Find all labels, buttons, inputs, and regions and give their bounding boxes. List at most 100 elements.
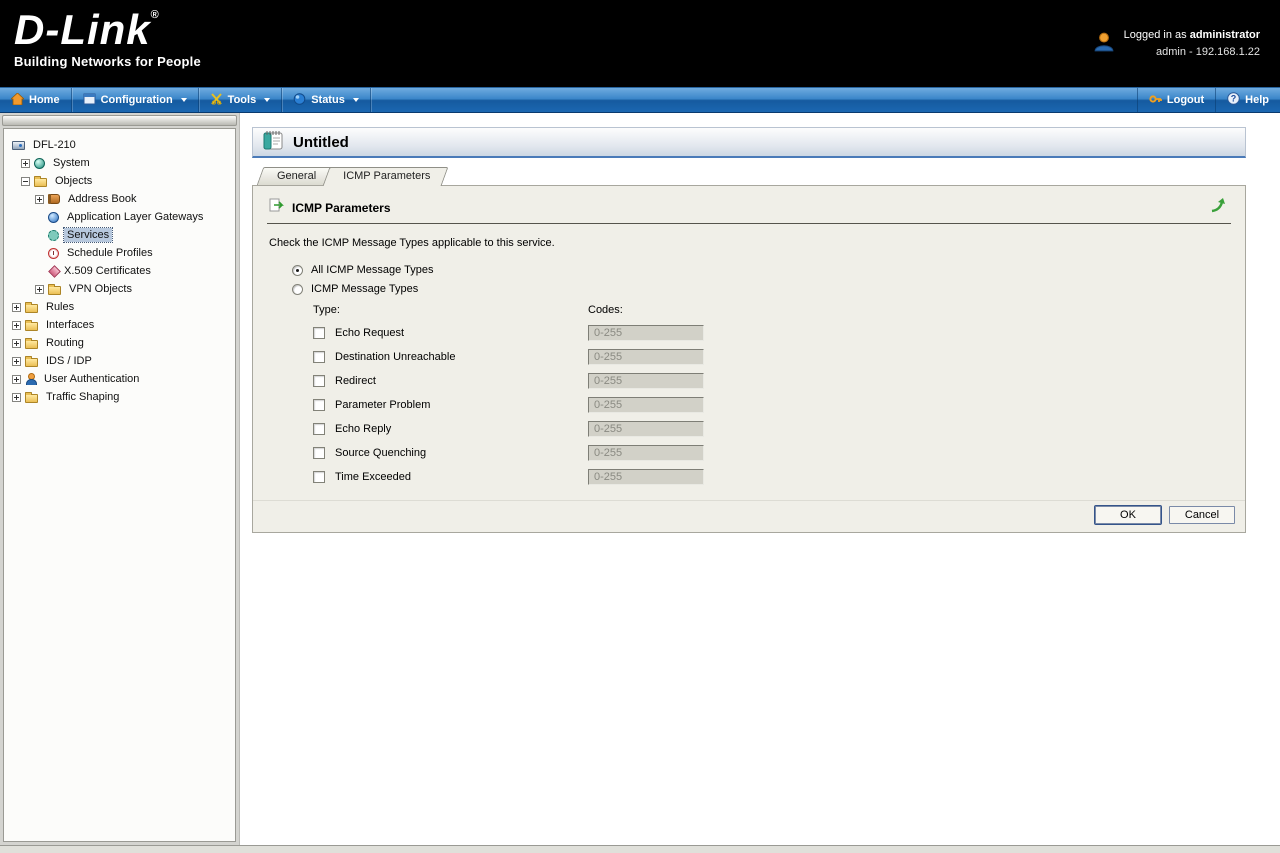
gateway-icon: [48, 211, 59, 223]
parameter-problem-checkbox[interactable]: [313, 399, 325, 411]
home-icon: [9, 91, 26, 108]
sidebar-item-vpn-objects[interactable]: VPN Objects: [6, 280, 233, 298]
sidebar-item-system[interactable]: System: [6, 154, 233, 172]
dropdown-arrow-icon: [180, 98, 187, 102]
expand-plus-icon[interactable]: [12, 320, 21, 330]
main-content: Untitled General ICMP Parameters ICMP Pa…: [240, 113, 1280, 845]
sidebar-item-address-book[interactable]: Address Book: [6, 190, 233, 208]
dlink-logo: D-Link® Building Networks for People: [0, 0, 201, 87]
nav-status-label: Status: [311, 94, 345, 106]
status-icon: [293, 92, 306, 108]
radio-selected-icon[interactable]: [292, 264, 303, 276]
expand-plus-icon[interactable]: [12, 338, 21, 348]
nav-home-label: Home: [29, 94, 60, 106]
nav-configuration[interactable]: Configuration: [72, 88, 199, 112]
expand-plus-icon[interactable]: [35, 284, 44, 294]
sidebar-item-ids-idp[interactable]: IDS / IDP: [6, 352, 233, 370]
expand-plus-icon[interactable]: [21, 158, 30, 168]
address-book-icon: [48, 194, 60, 204]
sidebar-item-objects[interactable]: Objects: [6, 172, 233, 190]
section-arrow-icon: [269, 198, 285, 217]
tab-general[interactable]: General: [260, 167, 331, 185]
sidebar-item-user-authentication[interactable]: User Authentication: [6, 370, 233, 388]
section-description: Check the ICMP Message Types applicable …: [269, 237, 555, 249]
sidebar-item-routing[interactable]: Routing: [6, 334, 233, 352]
logout-icon: [1149, 93, 1162, 108]
time-exceeded-checkbox[interactable]: [313, 471, 325, 483]
admin-ip: admin - 192.168.1.22: [1156, 45, 1260, 58]
folder-icon: [25, 302, 38, 313]
ok-button[interactable]: OK: [1095, 505, 1161, 524]
user-icon: [25, 373, 37, 385]
tab-general-label: General: [277, 170, 317, 182]
refresh-swoosh-icon[interactable]: [1209, 197, 1229, 218]
sidebar-item-interfaces[interactable]: Interfaces: [6, 316, 233, 334]
destination-unreachable-checkbox[interactable]: [313, 351, 325, 363]
row-label: Echo Request: [335, 327, 405, 339]
radio-all-icmp-label: All ICMP Message Types: [311, 264, 434, 276]
sidebar-item-label: DFL-210: [33, 139, 76, 151]
echo-request-codes-input[interactable]: [588, 325, 704, 341]
registered-mark: ®: [150, 9, 160, 21]
services-gear-icon: [48, 229, 59, 241]
folder-icon: [25, 320, 38, 331]
sidebar-item-label: X.509 Certificates: [64, 265, 151, 277]
radio-icmp-types[interactable]: ICMP Message Types: [292, 283, 1231, 295]
radio-icmp-types-label: ICMP Message Types: [311, 283, 419, 295]
nav-logout-label: Logout: [1166, 94, 1205, 106]
destination-unreachable-codes-input[interactable]: [588, 349, 704, 365]
expand-plus-icon[interactable]: [35, 194, 44, 204]
certificate-icon: [48, 264, 61, 278]
nav-tools[interactable]: Tools: [199, 88, 283, 112]
radio-all-icmp[interactable]: All ICMP Message Types: [292, 264, 1231, 276]
redirect-checkbox[interactable]: [313, 375, 325, 387]
login-prefix: Logged in as: [1123, 29, 1190, 41]
nav-logout[interactable]: Logout: [1136, 88, 1215, 112]
expand-plus-icon[interactable]: [12, 374, 21, 384]
tools-icon: [210, 92, 223, 108]
expand-plus-icon[interactable]: [12, 356, 21, 366]
expand-plus-icon[interactable]: [12, 392, 21, 402]
icmp-type-row: Echo Request: [313, 321, 1231, 345]
expand-plus-icon[interactable]: [12, 302, 21, 312]
nav-status[interactable]: Status: [282, 88, 371, 112]
time-exceeded-codes-input[interactable]: [588, 469, 704, 485]
sidebar-item-application-layer-gateways[interactable]: Application Layer Gateways: [6, 208, 233, 226]
sidebar-item-rules[interactable]: Rules: [6, 298, 233, 316]
nav-help[interactable]: ? Help: [1215, 88, 1280, 112]
system-icon: [34, 157, 45, 169]
echo-request-checkbox[interactable]: [313, 327, 325, 339]
sidebar-collapse-handle[interactable]: [2, 115, 237, 126]
collapse-minus-icon[interactable]: [21, 176, 30, 186]
sidebar-item-label-selected: Services: [62, 227, 114, 243]
sidebar-item-dfl-210[interactable]: DFL-210: [6, 136, 233, 154]
redirect-codes-input[interactable]: [588, 373, 704, 389]
sidebar-item-x509-certificates[interactable]: X.509 Certificates: [6, 262, 233, 280]
radio-unselected-icon[interactable]: [292, 283, 303, 295]
logo-text: D-Link®: [14, 9, 201, 51]
tab-icmp-parameters[interactable]: ICMP Parameters: [326, 167, 445, 186]
nav-help-label: Help: [1245, 94, 1269, 106]
type-column-header: Type:: [313, 304, 340, 316]
cancel-button[interactable]: Cancel: [1169, 505, 1235, 524]
folder-icon: [25, 338, 38, 349]
echo-reply-codes-input[interactable]: [588, 421, 704, 437]
svg-text:?: ?: [1231, 94, 1237, 104]
section-header: ICMP Parameters: [267, 195, 1231, 224]
sidebar-item-label: Application Layer Gateways: [67, 211, 204, 223]
sidebar-item-services[interactable]: Services: [6, 226, 233, 244]
configuration-icon: [83, 93, 96, 108]
folder-icon: [25, 392, 38, 403]
echo-reply-checkbox[interactable]: [313, 423, 325, 435]
sidebar-item-label: Objects: [55, 175, 93, 187]
sidebar-item-traffic-shaping[interactable]: Traffic Shaping: [6, 388, 233, 406]
parameter-problem-codes-input[interactable]: [588, 397, 704, 413]
nav-home[interactable]: Home: [0, 88, 72, 112]
sidebar-item-schedule-profiles[interactable]: Schedule Profiles: [6, 244, 233, 262]
source-quenching-checkbox[interactable]: [313, 447, 325, 459]
icmp-type-row: Destination Unreachable: [313, 345, 1231, 369]
notepad-icon: [261, 129, 285, 156]
row-label: Redirect: [335, 375, 376, 387]
source-quenching-codes-input[interactable]: [588, 445, 704, 461]
logo-tagline: Building Networks for People: [14, 54, 201, 69]
